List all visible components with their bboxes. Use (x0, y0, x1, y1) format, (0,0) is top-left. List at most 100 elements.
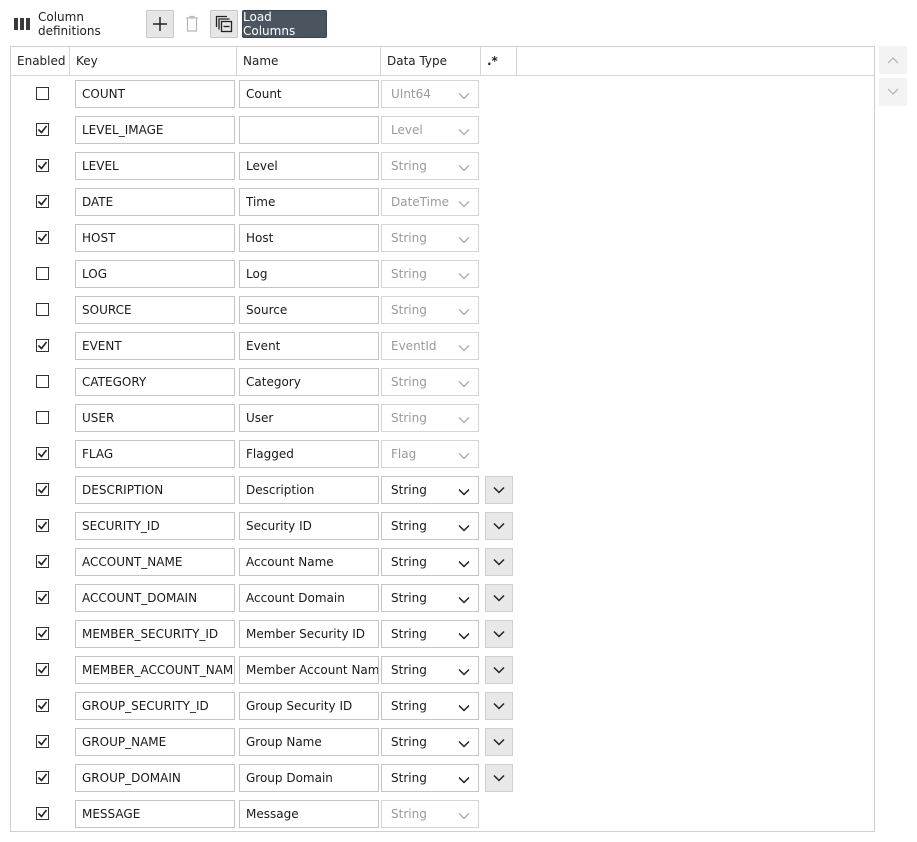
name-input[interactable]: User (239, 404, 379, 432)
key-input[interactable]: GROUP_SECURITY_ID (75, 692, 235, 720)
enabled-checkbox[interactable] (36, 375, 49, 388)
enabled-checkbox[interactable] (36, 87, 49, 100)
data-type-value: String (391, 663, 427, 677)
enabled-checkbox[interactable] (36, 483, 49, 496)
enabled-checkbox[interactable] (36, 447, 49, 460)
key-input[interactable]: ACCOUNT_DOMAIN (75, 584, 235, 612)
key-input[interactable]: MEMBER_SECURITY_ID (75, 620, 235, 648)
data-type-select[interactable]: String (381, 728, 479, 756)
enabled-checkbox[interactable] (36, 339, 49, 352)
regex-expand-button[interactable] (485, 512, 513, 540)
enabled-checkbox[interactable] (36, 627, 49, 640)
name-input[interactable]: Time (239, 188, 379, 216)
key-input[interactable]: LEVEL (75, 152, 235, 180)
enabled-checkbox[interactable] (36, 699, 49, 712)
enabled-checkbox[interactable] (36, 771, 49, 784)
regex-expand-button[interactable] (485, 548, 513, 576)
move-down-button[interactable] (879, 78, 907, 106)
key-input[interactable]: COUNT (75, 80, 235, 108)
regex-expand-button[interactable] (485, 764, 513, 792)
key-input[interactable]: SECURITY_ID (75, 512, 235, 540)
enabled-checkbox[interactable] (36, 519, 49, 532)
enabled-checkbox[interactable] (36, 735, 49, 748)
data-type-value: String (391, 807, 427, 821)
key-input[interactable]: ACCOUNT_NAME (75, 548, 235, 576)
key-input[interactable]: FLAG (75, 440, 235, 468)
duplicate-column-button[interactable] (210, 10, 238, 38)
regex-expand-button[interactable] (485, 620, 513, 648)
header-enabled[interactable]: Enabled (11, 47, 70, 75)
data-type-select[interactable]: String (381, 476, 479, 504)
name-input[interactable]: Security ID (239, 512, 379, 540)
data-type-select[interactable]: String (381, 692, 479, 720)
regex-expand-button[interactable] (485, 584, 513, 612)
data-type-select[interactable]: String (381, 656, 479, 684)
name-input[interactable]: Log (239, 260, 379, 288)
key-input[interactable]: USER (75, 404, 235, 432)
key-input[interactable]: HOST (75, 224, 235, 252)
key-input[interactable]: CATEGORY (75, 368, 235, 396)
key-input[interactable]: LOG (75, 260, 235, 288)
regex-expand-button[interactable] (485, 656, 513, 684)
header-regex[interactable]: .* (481, 47, 517, 75)
key-input[interactable]: MESSAGE (75, 800, 235, 828)
enabled-checkbox[interactable] (36, 231, 49, 244)
data-type-select[interactable]: String (381, 512, 479, 540)
key-input[interactable]: SOURCE (75, 296, 235, 324)
add-column-button[interactable] (146, 10, 174, 38)
name-input[interactable]: Source (239, 296, 379, 324)
enabled-checkbox[interactable] (36, 303, 49, 316)
data-type-select[interactable]: String (381, 584, 479, 612)
name-input[interactable]: Message (239, 800, 379, 828)
data-type-value: String (391, 735, 427, 749)
key-input[interactable]: GROUP_NAME (75, 728, 235, 756)
enabled-checkbox[interactable] (36, 267, 49, 280)
enabled-checkbox[interactable] (36, 807, 49, 820)
key-input[interactable]: DESCRIPTION (75, 476, 235, 504)
move-up-button[interactable] (879, 46, 907, 74)
name-input[interactable]: Group Name (239, 728, 379, 756)
table-row: MEMBER_ACCOUNT_NAME Member Account Name St… (11, 652, 874, 688)
enabled-checkbox[interactable] (36, 123, 49, 136)
key-input[interactable]: MEMBER_ACCOUNT_NAME (75, 656, 235, 684)
chevron-down-icon (458, 737, 470, 751)
data-type-select[interactable]: String (381, 620, 479, 648)
checkmark-icon (37, 701, 48, 710)
key-input[interactable]: GROUP_DOMAIN (75, 764, 235, 792)
name-input[interactable]: Account Domain (239, 584, 379, 612)
header-name[interactable]: Name (237, 47, 381, 75)
key-input[interactable]: LEVEL_IMAGE (75, 116, 235, 144)
name-input[interactable]: Event (239, 332, 379, 360)
enabled-checkbox[interactable] (36, 591, 49, 604)
header-data-type[interactable]: Data Type (381, 47, 481, 75)
key-input[interactable]: EVENT (75, 332, 235, 360)
name-input[interactable]: Group Security ID (239, 692, 379, 720)
data-type-select[interactable]: String (381, 764, 479, 792)
enabled-checkbox[interactable] (36, 411, 49, 424)
delete-column-button[interactable] (178, 10, 206, 38)
name-input[interactable]: Description (239, 476, 379, 504)
name-input[interactable]: Account Name (239, 548, 379, 576)
regex-expand-button[interactable] (485, 692, 513, 720)
name-input[interactable]: Member Security ID (239, 620, 379, 648)
header-key[interactable]: Key (70, 47, 237, 75)
name-input[interactable]: Count (239, 80, 379, 108)
table-row: MEMBER_SECURITY_ID Member Security ID Stri… (11, 616, 874, 652)
regex-expand-button[interactable] (485, 728, 513, 756)
name-input[interactable] (239, 116, 379, 144)
name-input[interactable]: Category (239, 368, 379, 396)
name-input[interactable]: Group Domain (239, 764, 379, 792)
load-columns-button[interactable]: Load Columns (242, 10, 327, 38)
enabled-checkbox[interactable] (36, 555, 49, 568)
name-input[interactable]: Level (239, 152, 379, 180)
name-input[interactable]: Flagged (239, 440, 379, 468)
data-type-value: String (391, 267, 427, 281)
enabled-checkbox[interactable] (36, 195, 49, 208)
enabled-checkbox[interactable] (36, 159, 49, 172)
name-input[interactable]: Host (239, 224, 379, 252)
name-input[interactable]: Member Account Name (239, 656, 379, 684)
key-input[interactable]: DATE (75, 188, 235, 216)
enabled-checkbox[interactable] (36, 663, 49, 676)
data-type-select[interactable]: String (381, 548, 479, 576)
regex-expand-button[interactable] (485, 476, 513, 504)
